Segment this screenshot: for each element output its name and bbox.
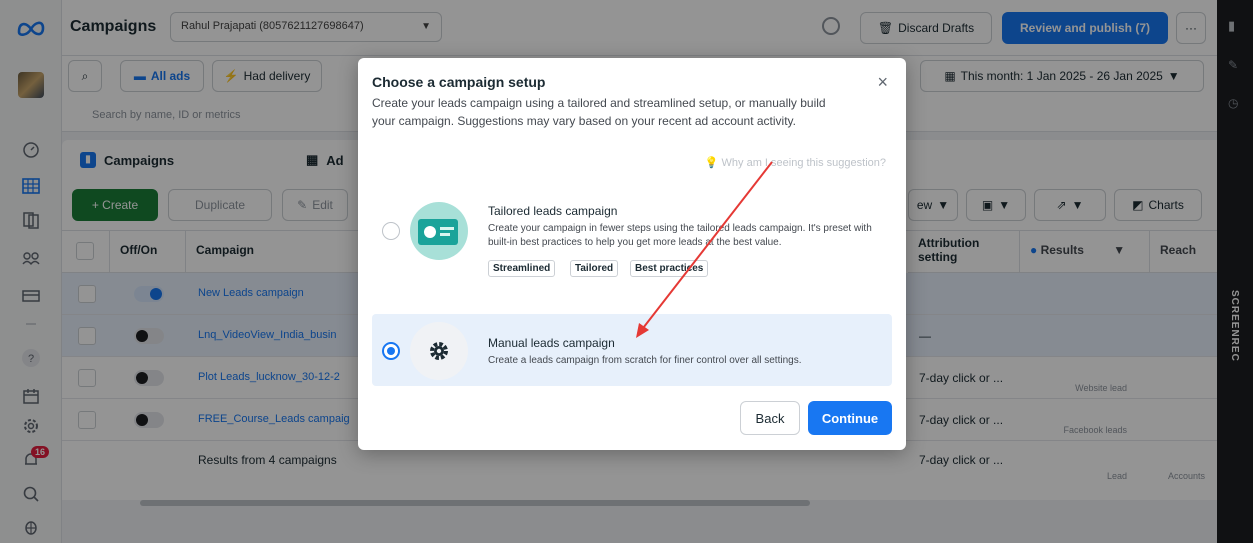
ads-manager-app: ? 16 Campaigns Rahul Prajapati (80576211… xyxy=(0,0,1253,543)
annotation-arrow xyxy=(636,161,773,338)
